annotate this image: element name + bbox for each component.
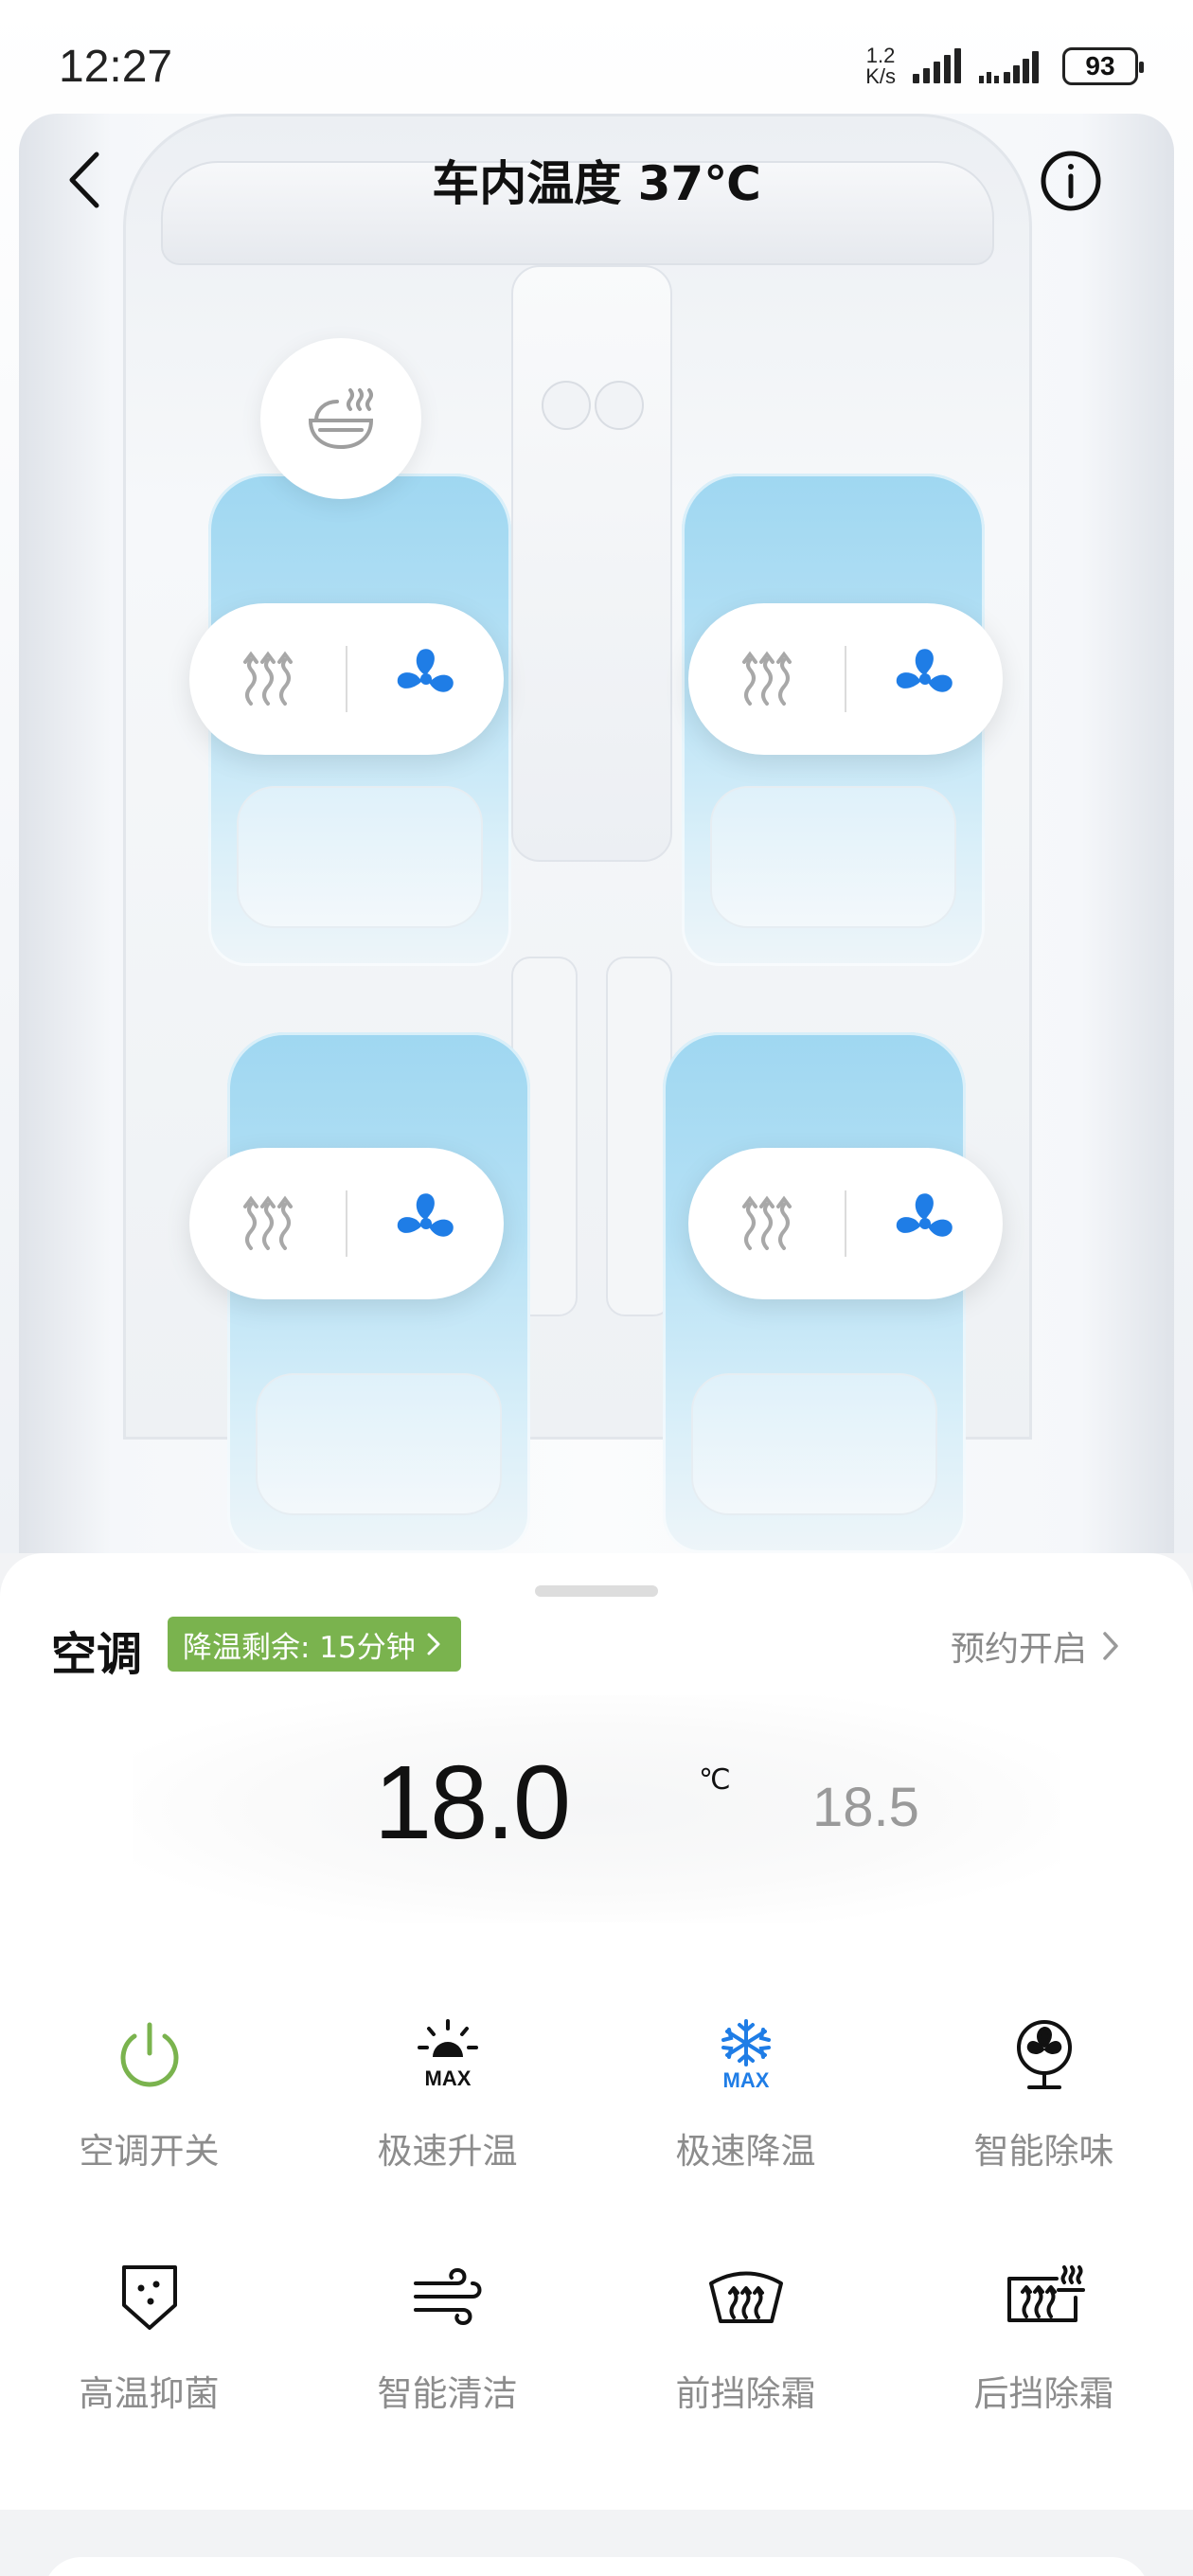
rear-defrost-icon [1006, 2265, 1085, 2322]
smart-clean-button[interactable]: 智能清洁 [298, 2255, 596, 2497]
function-label: 后挡除霜 [973, 2373, 1114, 2414]
header: 车内温度 37℃ [0, 133, 1193, 227]
seat-vent-button-rear-left[interactable] [347, 1148, 504, 1299]
drag-handle[interactable] [535, 1585, 658, 1597]
seat-vent-fan-icon [896, 649, 953, 692]
cooling-remaining-badge[interactable]: 降温剩余: 15分钟 [168, 1617, 461, 1672]
steering-wheel-heat-button[interactable] [260, 338, 421, 499]
chevron-right-icon [427, 1633, 440, 1655]
function-label: 极速升温 [377, 2131, 518, 2172]
smart-deodorize-button[interactable]: 智能除味 [895, 2012, 1193, 2255]
function-label: 空调开关 [79, 2131, 220, 2172]
ac-control-panel: 空调 降温剩余: 15分钟 预约开启 18.0 ℃ 18.5 空调开关 MAX … [0, 1553, 1193, 2510]
signal-icon [913, 48, 961, 83]
center-console [511, 265, 672, 862]
svg-text:MAX: MAX [424, 2066, 471, 2090]
function-label: 前挡除霜 [675, 2373, 816, 2414]
status-time: 12:27 [59, 41, 173, 92]
function-label: 极速降温 [675, 2131, 816, 2172]
cup-holder [542, 381, 591, 430]
function-label: 智能除味 [973, 2131, 1114, 2172]
wind-clean-icon [413, 2267, 481, 2326]
rear-defrost-button[interactable]: 后挡除霜 [895, 2255, 1193, 2497]
cup-holder [595, 381, 644, 430]
temperature-unit: ℃ [699, 1763, 731, 1797]
seat-heat-button-front-right[interactable] [688, 603, 845, 755]
status-bar: 12:27 1.2 K/s 93 [0, 0, 1193, 133]
next-temperature-option[interactable]: 18.5 [812, 1776, 919, 1839]
battery-indicator: 93 [1062, 47, 1144, 85]
shield-sterilize-icon [121, 2265, 177, 2330]
info-circle-icon [1041, 151, 1101, 211]
signal-icon [979, 51, 1039, 83]
network-speed: 1.2 K/s [865, 44, 896, 88]
ac-power-button[interactable]: 空调开关 [0, 2012, 298, 2255]
function-grid: 空调开关 MAX 极速升温 MAX 极速降温 智能除味 高温抑菌 智能清洁 前挡… [0, 2012, 1193, 2497]
schedule-start-link[interactable]: 预约开启 [951, 1621, 1119, 1671]
seat-vent-fan-icon [896, 1193, 953, 1237]
sun-max-icon: MAX [417, 2019, 478, 2090]
seat-control-rear-left [189, 1148, 504, 1299]
page-title: 车内温度 37℃ [432, 156, 761, 211]
seat-control-rear-right [688, 1148, 1003, 1299]
seat-vent-button-front-left[interactable] [347, 603, 504, 755]
rapid-heat-button[interactable]: MAX 极速升温 [298, 2012, 596, 2255]
temperature-picker-bg [133, 1695, 1060, 1923]
power-icon [120, 2022, 178, 2087]
car-visual-area [0, 0, 1193, 1553]
seat-heat-icon [741, 1195, 792, 1250]
seat-vent-button-front-right[interactable] [846, 603, 1003, 755]
seat-vent-fan-icon [397, 1193, 454, 1237]
front-defrost-icon [708, 2271, 783, 2323]
high-temp-sterilize-button[interactable]: 高温抑菌 [0, 2255, 298, 2497]
schedule-label: 预约开启 [950, 1630, 1087, 1669]
back-button[interactable] [64, 150, 121, 210]
function-label: 高温抑菌 [79, 2373, 220, 2414]
seat-control-front-right [688, 603, 1003, 755]
ac-section-title: 空调 [51, 1628, 143, 1681]
cooling-remaining-text: 降温剩余: 15分钟 [183, 1630, 416, 1665]
info-button[interactable] [1040, 150, 1102, 212]
fan-purifier-icon [1016, 2020, 1072, 2089]
seat-vent-button-rear-right[interactable] [846, 1148, 1003, 1299]
svg-text:MAX: MAX [722, 2068, 769, 2092]
seat-heat-icon [242, 651, 293, 706]
set-temperature[interactable]: 18.0 [374, 1743, 571, 1863]
seat-control-front-left [189, 603, 504, 755]
steering-wheel-heat-icon [308, 388, 374, 450]
seat-heat-button-front-left[interactable] [189, 603, 346, 755]
seat-vent-fan-icon [397, 649, 454, 692]
rear-armrests [511, 957, 672, 1411]
seat-heat-button-rear-left[interactable] [189, 1148, 346, 1299]
chevron-right-icon [1103, 1632, 1118, 1660]
seat-heat-button-rear-right[interactable] [688, 1148, 845, 1299]
next-card-peek [44, 2557, 1149, 2576]
status-icons: 1.2 K/s 93 [865, 44, 1144, 88]
seat-heat-icon [741, 651, 792, 706]
chevron-left-icon [69, 152, 99, 208]
function-label: 智能清洁 [377, 2373, 518, 2414]
rapid-cool-button[interactable]: MAX 极速降温 [596, 2012, 895, 2255]
front-defrost-button[interactable]: 前挡除霜 [596, 2255, 895, 2497]
snowflake-max-icon: MAX [721, 2019, 771, 2092]
seat-heat-icon [242, 1195, 293, 1250]
